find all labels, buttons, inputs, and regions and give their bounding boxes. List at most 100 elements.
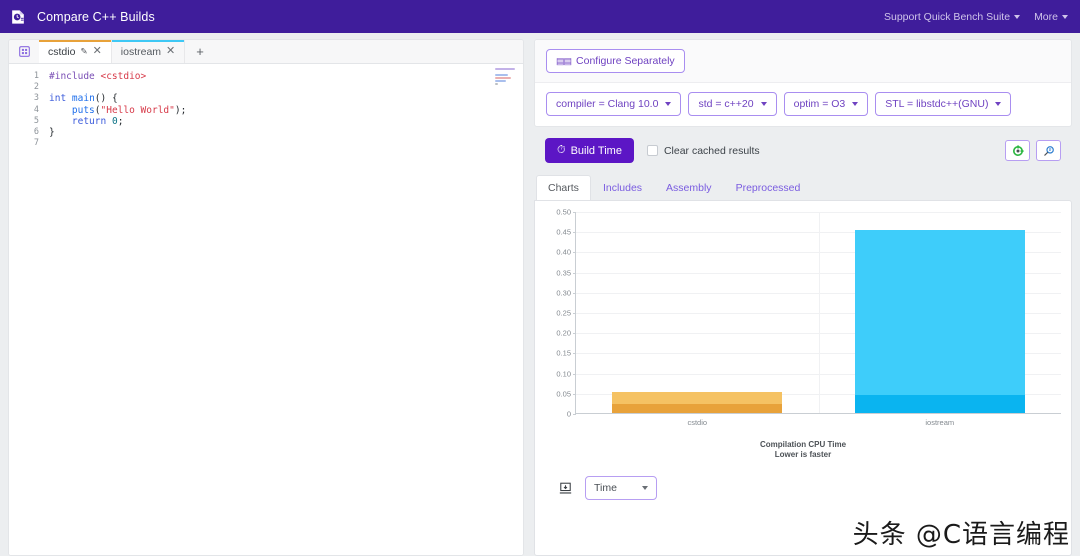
axis-tick xyxy=(573,313,576,314)
pencil-icon[interactable]: ✎ xyxy=(80,46,87,57)
tab-assembly[interactable]: Assembly xyxy=(654,175,724,201)
configure-separately-button[interactable]: ▤▤ Configure Separately xyxy=(546,49,685,73)
split-columns-icon: ▤▤ xyxy=(556,56,571,67)
editor-tab-label: iostream xyxy=(121,46,161,58)
source-code[interactable]: #include <cstdio> int main() { puts("Hel… xyxy=(39,64,523,555)
nav-more[interactable]: More xyxy=(1034,11,1068,23)
y-axis-tick-label: 0.10 xyxy=(556,369,571,378)
code-line: return 0; xyxy=(49,116,523,127)
checkbox-box xyxy=(647,145,658,156)
tab-charts[interactable]: Charts xyxy=(536,175,591,201)
axis-tick xyxy=(573,252,576,253)
bar-segment-backend[interactable] xyxy=(612,392,782,404)
page-body: cstdio ✎ ✕ iostream ✕ + 1 2 3 4 5 6 7 #i… xyxy=(0,33,1080,556)
chevron-down-icon xyxy=(1062,15,1068,19)
nav-support-quick-bench-suite[interactable]: Support Quick Bench Suite xyxy=(884,11,1020,23)
chevron-down-icon xyxy=(852,102,858,106)
line-number: 1 xyxy=(9,71,39,82)
option-compiler[interactable]: compiler = Clang 10.0 xyxy=(546,92,681,116)
y-axis-tick-label: 0.40 xyxy=(556,248,571,257)
build-time-label: Build Time xyxy=(571,145,622,157)
share-link-icon[interactable] xyxy=(1005,140,1030,161)
code-line: puts("Hello World"); xyxy=(49,105,523,116)
close-icon[interactable]: ✕ xyxy=(93,46,102,57)
chevron-down-icon xyxy=(665,102,671,106)
chevron-down-icon xyxy=(995,102,1001,106)
option-label: optim = O3 xyxy=(794,98,846,110)
y-axis-tick-label: 0 xyxy=(567,410,571,419)
y-axis-tick-label: 0.30 xyxy=(556,288,571,297)
line-number: 6 xyxy=(9,127,39,138)
code-token: <cstdio> xyxy=(100,71,146,82)
configuration-card: ▤▤ Configure Separately compiler = Clang… xyxy=(534,39,1072,127)
editor-tab-iostream[interactable]: iostream ✕ xyxy=(112,40,185,63)
line-number: 2 xyxy=(9,82,39,93)
category-divider xyxy=(819,212,820,413)
option-std[interactable]: std = c++20 xyxy=(688,92,776,116)
code-token xyxy=(49,105,72,116)
code-token: ); xyxy=(175,105,186,116)
build-time-button[interactable]: ⏱ Build Time xyxy=(545,138,634,163)
results-panel: ▤▤ Configure Separately compiler = Clang… xyxy=(534,39,1072,556)
option-label: compiler = Clang 10.0 xyxy=(556,98,658,110)
nav-link-label: More xyxy=(1034,11,1058,23)
app-title: Compare C++ Builds xyxy=(37,10,155,24)
axis-tick xyxy=(573,293,576,294)
y-axis-labels: 0.500.450.400.350.300.250.200.150.100.05… xyxy=(545,212,571,414)
code-token: puts xyxy=(72,105,95,116)
result-tabstrip: Charts Includes Assembly Preprocessed xyxy=(534,175,1072,200)
chevron-down-icon xyxy=(1014,15,1020,19)
tab-includes[interactable]: Includes xyxy=(591,175,654,201)
chart-title: Compilation CPU Time Lower is faster xyxy=(545,440,1061,460)
code-token: } xyxy=(49,127,55,138)
close-icon[interactable]: ✕ xyxy=(166,46,175,57)
download-icon[interactable] xyxy=(559,482,572,495)
line-number-gutter: 1 2 3 4 5 6 7 xyxy=(9,64,39,555)
x-axis-tick-label: cstdio xyxy=(687,418,707,427)
bar-segment-frontend[interactable] xyxy=(855,395,1025,413)
add-tab-button[interactable]: + xyxy=(185,40,215,63)
chart-title-main: Compilation CPU Time xyxy=(545,440,1061,450)
code-token: "Hello World" xyxy=(101,105,175,116)
bar-chart: 0.500.450.400.350.300.250.200.150.100.05… xyxy=(545,212,1061,424)
tab-preprocessed[interactable]: Preprocessed xyxy=(724,175,813,201)
code-area[interactable]: 1 2 3 4 5 6 7 #include <cstdio> int main… xyxy=(9,64,523,555)
app-header: Compare C++ Builds Support Quick Bench S… xyxy=(0,0,1080,33)
option-stl[interactable]: STL = libstdc++(GNU) xyxy=(875,92,1011,116)
axis-tick xyxy=(573,414,576,415)
plot-area: cstdioiostream xyxy=(575,212,1061,414)
option-optim[interactable]: optim = O3 xyxy=(784,92,869,116)
code-line xyxy=(49,138,523,149)
axis-tick xyxy=(573,374,576,375)
chart-footer: Time xyxy=(545,476,1061,500)
code-token: return xyxy=(72,116,106,127)
code-token: () { xyxy=(95,93,118,104)
build-action-row: ⏱ Build Time Clear cached results xyxy=(534,138,1072,163)
option-label: std = c++20 xyxy=(698,98,753,110)
metric-select[interactable]: Time xyxy=(585,476,657,500)
axis-tick xyxy=(573,353,576,354)
bar-iostream[interactable] xyxy=(855,230,1025,413)
axis-tick xyxy=(573,212,576,213)
bar-segment-backend[interactable] xyxy=(855,230,1025,395)
brand: Compare C++ Builds xyxy=(8,7,155,27)
clear-cached-results-checkbox[interactable]: Clear cached results xyxy=(647,145,760,157)
code-line: } xyxy=(49,127,523,138)
quick-bench-logo-icon xyxy=(8,7,28,27)
bar-cstdio[interactable] xyxy=(612,392,782,413)
axis-tick xyxy=(573,273,576,274)
code-token: ; xyxy=(118,116,124,127)
code-minimap[interactable] xyxy=(495,68,517,82)
code-token: int xyxy=(49,93,66,104)
line-number: 5 xyxy=(9,116,39,127)
editor-tab-cstdio[interactable]: cstdio ✎ ✕ xyxy=(39,40,112,63)
panel-grid-icon[interactable] xyxy=(9,40,39,63)
x-axis-tick-label: iostream xyxy=(925,418,954,427)
inspect-search-icon[interactable] xyxy=(1036,140,1061,161)
line-number: 3 xyxy=(9,93,39,104)
bar-segment-frontend[interactable] xyxy=(612,404,782,413)
editor-tab-label: cstdio xyxy=(48,46,75,58)
line-number: 4 xyxy=(9,105,39,116)
code-line xyxy=(49,82,523,93)
header-nav: Support Quick Bench Suite More xyxy=(884,11,1068,23)
